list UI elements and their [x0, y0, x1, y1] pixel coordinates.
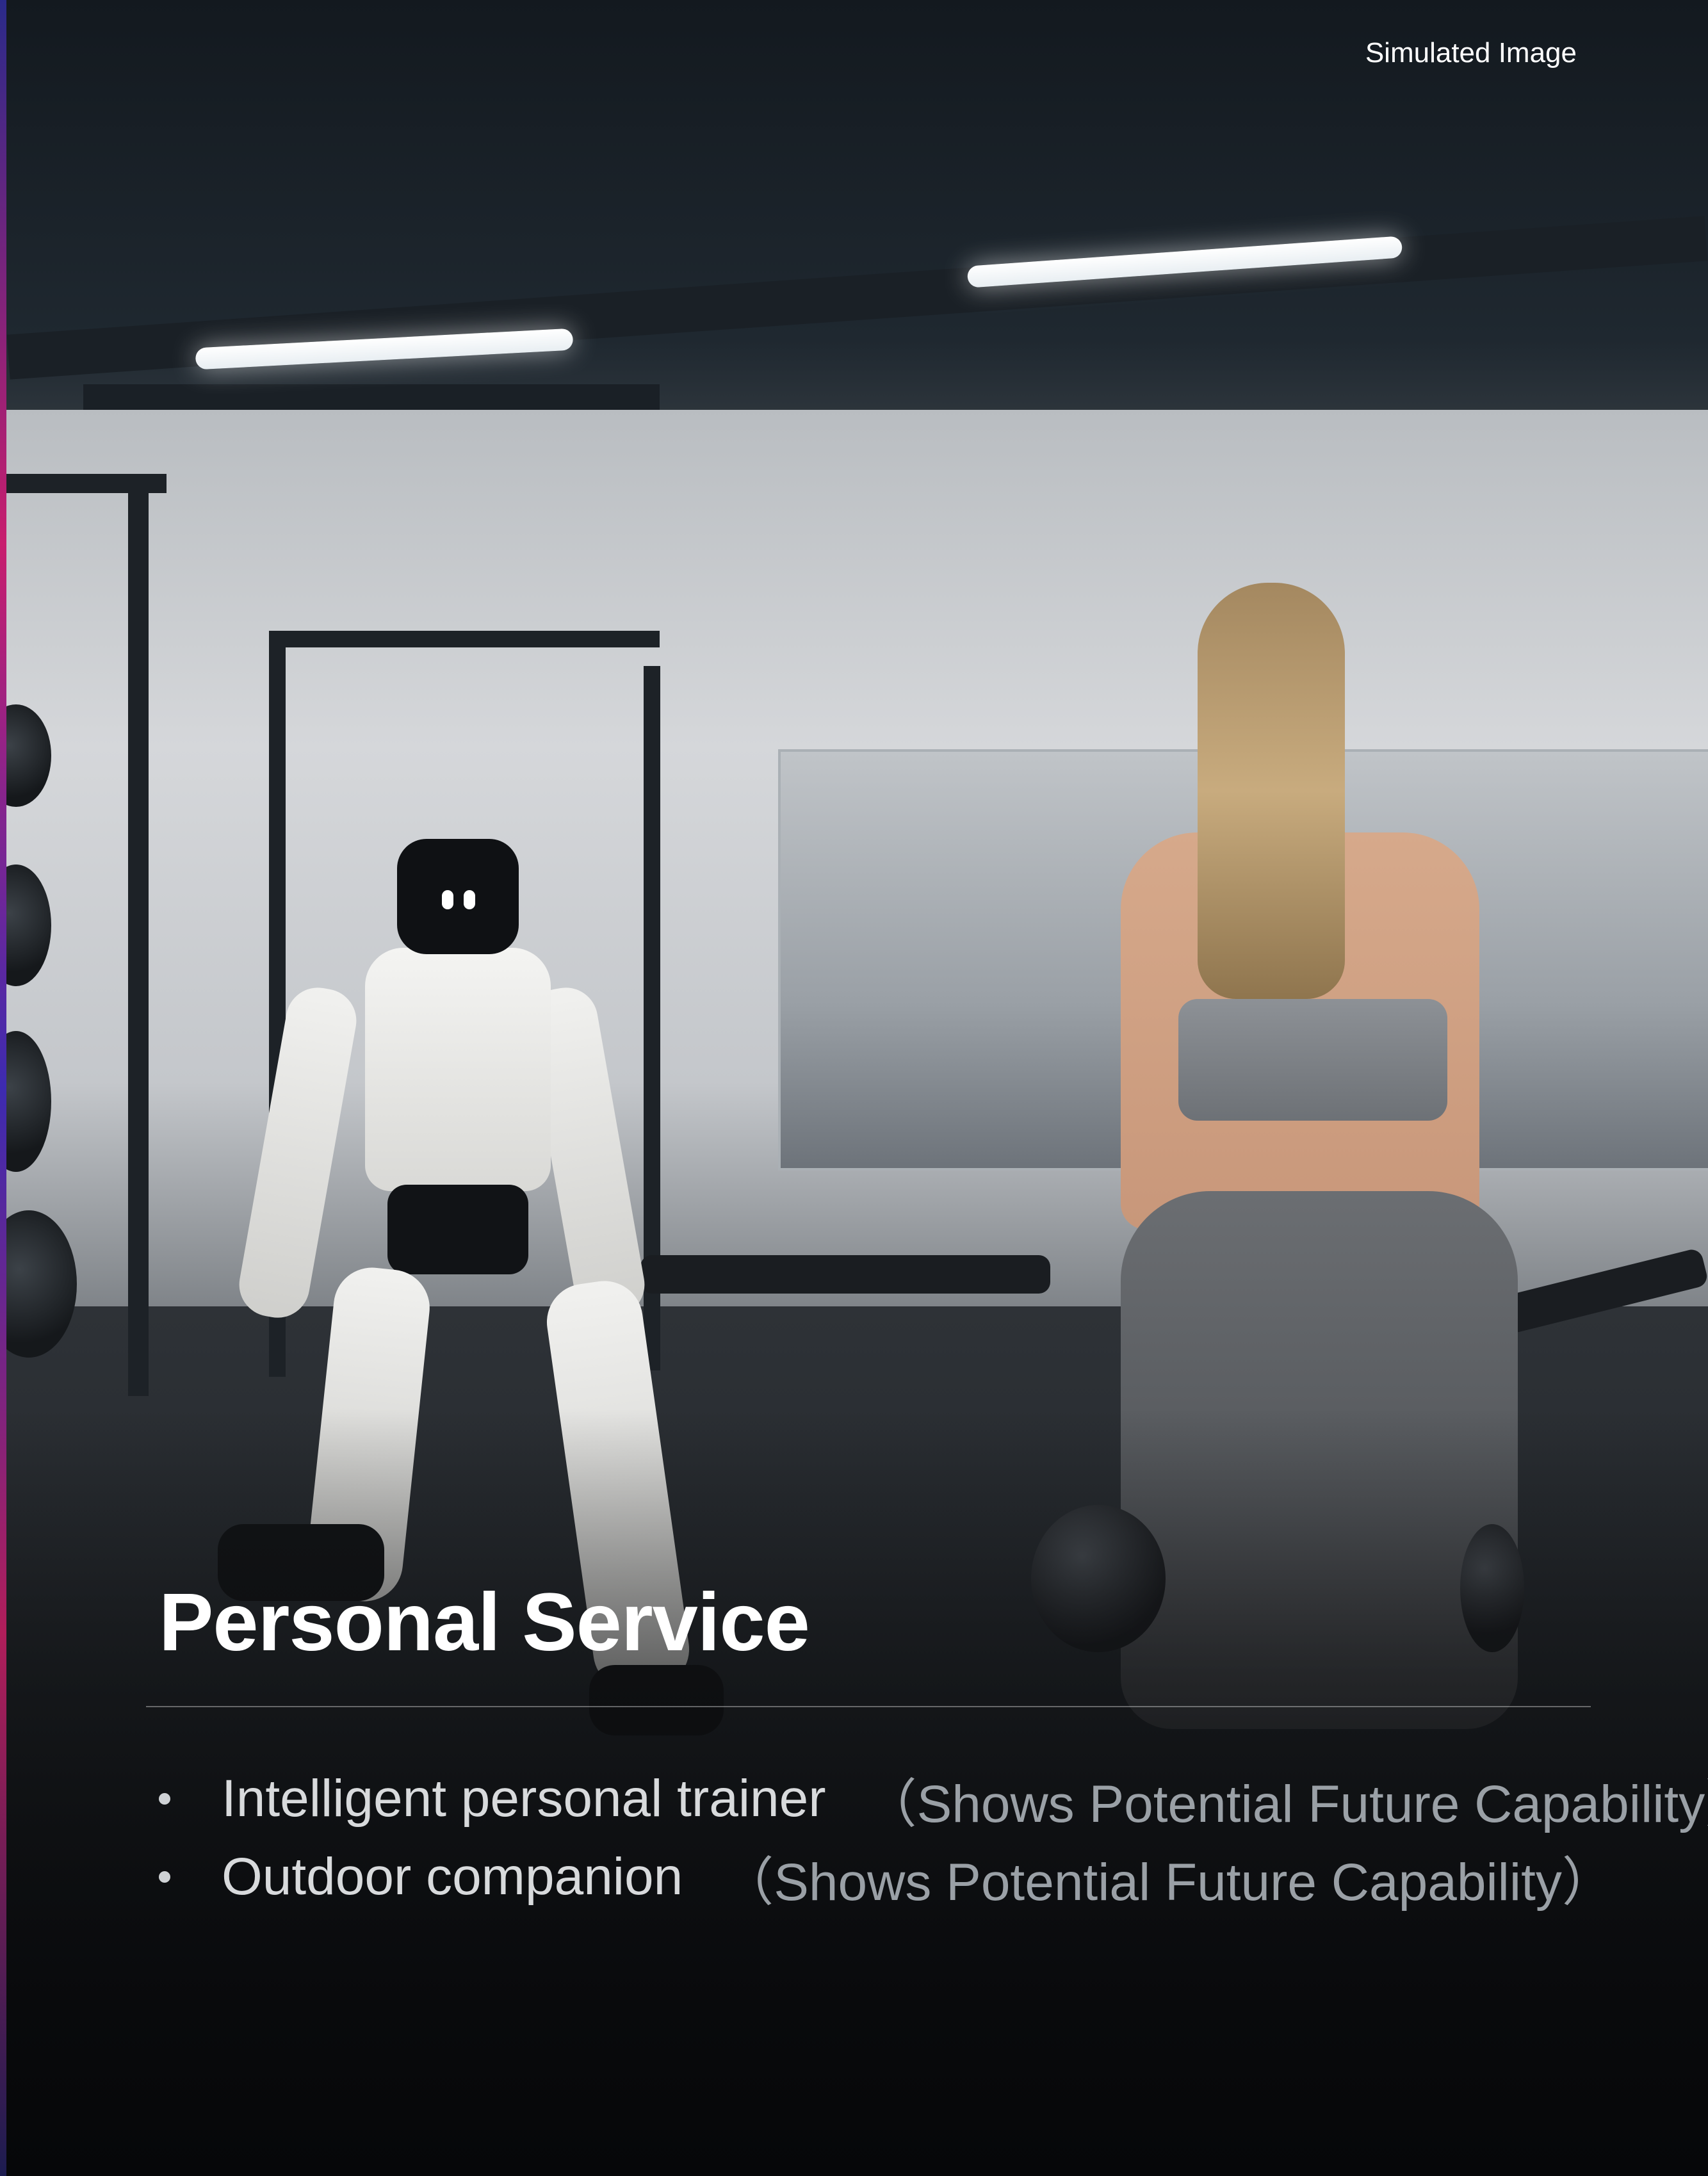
power-rack	[269, 631, 660, 647]
feature-card: Simulated Image Personal Service Intelli…	[0, 0, 1708, 2176]
accent-bar	[0, 0, 6, 2176]
capability-list: Intelligent personal trainer （Shows Pote…	[159, 1760, 1708, 1916]
robot-torso	[365, 948, 551, 1191]
list-item-note: （Shows Potential Future Capability）	[721, 1853, 1614, 1912]
bullet-icon	[159, 1871, 170, 1883]
list-item-text: Intelligent personal trainer	[222, 1769, 826, 1828]
robot-eye	[442, 890, 453, 909]
list-item: Intelligent personal trainer （Shows Pote…	[159, 1760, 1708, 1838]
trainer-top	[1178, 999, 1447, 1121]
page-title: Personal Service	[159, 1577, 810, 1668]
squat-rack	[128, 474, 149, 1396]
robot-eye	[464, 890, 475, 909]
divider	[146, 1706, 1591, 1707]
trainer-hair	[1198, 583, 1345, 999]
robot-waist	[387, 1185, 528, 1274]
simulated-image-label: Simulated Image	[1365, 37, 1577, 69]
list-item: Outdoor companion （Shows Potential Futur…	[159, 1838, 1708, 1916]
list-item-note: （Shows Potential Future Capability）	[864, 1774, 1708, 1833]
squat-rack	[6, 474, 167, 493]
bullet-icon	[159, 1793, 170, 1805]
robot-head	[397, 839, 519, 954]
list-item-text: Outdoor companion	[222, 1847, 683, 1906]
weight-bench	[640, 1255, 1050, 1294]
